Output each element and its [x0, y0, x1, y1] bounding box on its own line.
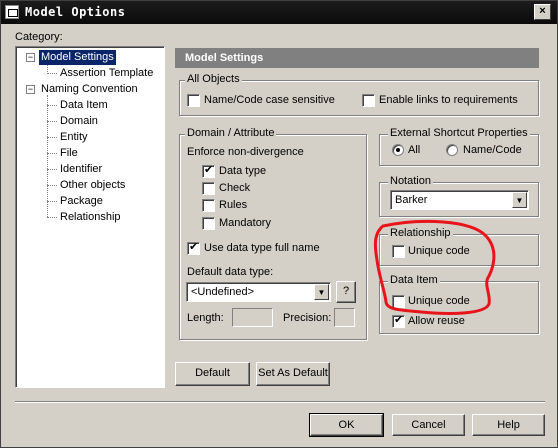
- tree-line: [47, 121, 57, 122]
- window-title: Model Options: [25, 5, 126, 19]
- model-options-dialog: Model Options × Category: − − Model Sett…: [0, 0, 558, 448]
- enforce-non-divergence-label: Enforce non-divergence: [187, 146, 304, 158]
- close-button[interactable]: ×: [534, 4, 551, 20]
- external-shortcut-label: External Shortcut Properties: [388, 127, 530, 139]
- use-data-type-full-name-label: Use data type full name: [204, 242, 320, 254]
- tree-line: [47, 137, 57, 138]
- rules-checkbox[interactable]: [202, 199, 215, 212]
- tree-item-file[interactable]: File: [60, 146, 78, 161]
- mandatory-checkbox[interactable]: [202, 217, 215, 230]
- enable-links-label: Enable links to requirements: [379, 94, 518, 106]
- data-type-label: Data type: [219, 165, 267, 177]
- title-bar: Model Options ×: [1, 1, 557, 24]
- rules-label: Rules: [219, 199, 248, 211]
- tree-line: [47, 105, 57, 106]
- default-data-type-label: Default data type:: [187, 266, 274, 278]
- category-tree[interactable]: − − Model Settings Assertion Template Na…: [15, 46, 165, 388]
- app-icon: [5, 5, 19, 19]
- shortcut-name-code-label: Name/Code: [463, 144, 522, 156]
- collapse-naming-convention-icon[interactable]: −: [26, 85, 35, 94]
- red-annotation-outline: [373, 219, 496, 315]
- browse-data-type-button[interactable]: ?: [336, 281, 356, 303]
- set-as-default-button[interactable]: Set As Default: [256, 362, 330, 386]
- length-label: Length:: [187, 312, 224, 324]
- tree-line: [47, 185, 57, 186]
- collapse-model-settings-icon[interactable]: −: [26, 53, 35, 62]
- category-label: Category:: [15, 31, 63, 43]
- default-data-type-value: <Undefined>: [191, 286, 254, 298]
- tree-item-naming-convention[interactable]: Naming Convention: [41, 82, 138, 97]
- tree-item-package[interactable]: Package: [60, 194, 103, 209]
- mandatory-label: Mandatory: [219, 217, 271, 229]
- all-objects-label: All Objects: [185, 73, 242, 85]
- panel-title: Model Settings: [175, 48, 539, 68]
- tree-item-domain[interactable]: Domain: [60, 114, 98, 129]
- domain-attribute-label: Domain / Attribute: [185, 127, 277, 139]
- enable-links-checkbox[interactable]: [362, 94, 375, 107]
- name-code-case-sensitive-label: Name/Code case sensitive: [204, 94, 335, 106]
- notation-select[interactable]: Barker ▼: [390, 190, 529, 210]
- tree-line: [47, 73, 57, 74]
- shortcut-all-label: All: [408, 144, 421, 156]
- tree-line: [47, 217, 57, 218]
- separator: [15, 401, 545, 403]
- tree-item-relationship[interactable]: Relationship: [60, 210, 121, 225]
- tree-line: [47, 169, 57, 170]
- tree-item-entity[interactable]: Entity: [60, 130, 88, 145]
- length-field[interactable]: [232, 308, 273, 327]
- tree-item-other-objects[interactable]: Other objects: [60, 178, 125, 193]
- tree-item-model-settings[interactable]: Model Settings: [39, 50, 116, 65]
- use-data-type-full-name-checkbox[interactable]: [187, 240, 200, 255]
- shortcut-all-radio[interactable]: [392, 144, 404, 156]
- help-button[interactable]: Help: [472, 414, 545, 436]
- notation-label: Notation: [388, 175, 433, 187]
- tree-line: [47, 201, 57, 202]
- ok-button[interactable]: OK: [309, 413, 384, 437]
- tree-item-assertion-template[interactable]: Assertion Template: [60, 66, 153, 81]
- data-type-checkbox[interactable]: [202, 163, 215, 178]
- chevron-down-icon[interactable]: ▼: [314, 284, 329, 300]
- cancel-button[interactable]: Cancel: [392, 414, 465, 436]
- default-button[interactable]: Default: [175, 362, 250, 386]
- chevron-down-icon[interactable]: ▼: [512, 192, 527, 208]
- tree-line: [47, 95, 48, 217]
- tree-line: [47, 153, 57, 154]
- tree-item-data-item[interactable]: Data Item: [60, 98, 108, 113]
- shortcut-name-code-radio[interactable]: [446, 144, 458, 156]
- notation-value: Barker: [395, 194, 428, 206]
- default-data-type-select[interactable]: <Undefined> ▼: [186, 282, 331, 302]
- precision-label: Precision:: [283, 312, 332, 324]
- name-code-case-sensitive-checkbox[interactable]: [187, 94, 200, 107]
- check-label: Check: [219, 182, 251, 194]
- tree-item-identifier[interactable]: Identifier: [60, 162, 102, 177]
- precision-field[interactable]: [334, 308, 355, 327]
- check-checkbox[interactable]: [202, 182, 215, 195]
